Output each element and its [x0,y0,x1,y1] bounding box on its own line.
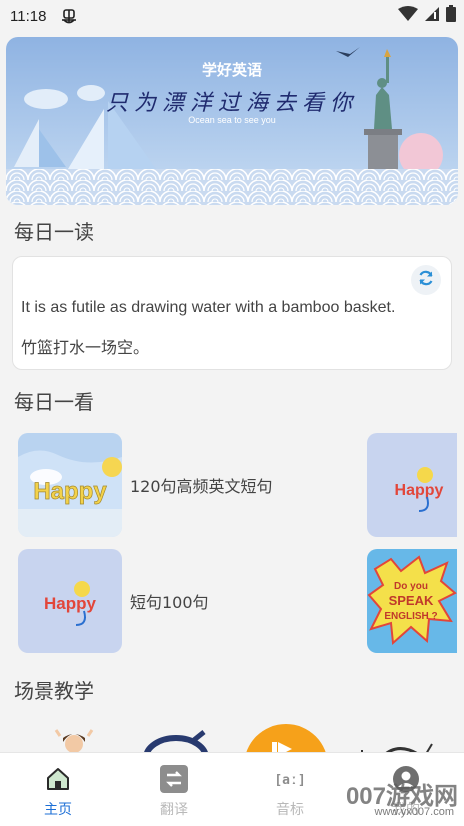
thumbnail-happy-side[interactable]: Happy [367,433,457,537]
status-bar: 11:18 [0,0,464,32]
daily-read-chinese: 竹篮打水一场空。 [21,338,150,357]
svg-text:Happy: Happy [33,478,107,505]
home-icon [42,763,74,795]
svg-text:[aː]: [aː] [274,773,305,788]
wifi-icon [398,5,418,27]
banner-title: 学好英语 [201,61,262,79]
signal-icon [424,6,440,27]
nav-label-phonetic: 音标 [276,802,304,818]
nav-item-phonetic[interactable]: [aː] 音标 [232,753,348,826]
banner-slogan: 只为漂洋过海去看你 [105,91,358,116]
promo-banner[interactable]: 学好英语 只为漂洋过海去看你 Ocean sea to see you [6,37,458,205]
list-item-daily-look[interactable]: Happy 短句100句 [18,549,418,653]
battery-icon [446,5,456,27]
translate-icon [158,763,190,795]
section-title-daily-look: 每日一看 [14,390,94,414]
thumbnail-happy-sky: Happy [18,433,122,537]
phonetic-icon: [aː] [274,763,306,795]
daily-look-label: 短句100句 [130,593,209,612]
nav-label-translate: 翻译 [160,802,188,818]
daily-look-label: 120句高频英文短句 [130,477,273,496]
svg-text:SPEAK: SPEAK [389,593,434,608]
refresh-icon [417,269,435,291]
banner-subtitle: Ocean sea to see you [188,115,276,125]
nav-item-home[interactable]: 主页 [0,753,116,826]
svg-text:Do you: Do you [394,581,428,592]
thumbnail-speak-english-side[interactable]: Do you SPEAK ENGLISH ? [367,549,457,653]
thumbnail-happy: Happy [18,549,122,653]
svg-text:Happy: Happy [395,482,444,499]
refresh-button[interactable] [411,265,441,295]
section-title-scene-teaching: 场景教学 [14,679,94,703]
nav-item-translate[interactable]: 翻译 [116,753,232,826]
watermark-url: www.yx007.com [374,806,454,818]
status-time: 11:18 [10,7,47,25]
section-title-daily-read: 每日一读 [14,220,94,244]
nav-label-home: 主页 [44,802,72,818]
svg-text:Happy: Happy [44,594,97,613]
daily-read-card: It is as futile as drawing water with a … [12,256,452,370]
notification-bug-icon [60,7,78,25]
list-item-daily-look[interactable]: Happy 120句高频英文短句 [18,433,418,537]
svg-text:ENGLISH ?: ENGLISH ? [384,611,437,622]
daily-read-english: It is as futile as drawing water with a … [21,299,396,316]
